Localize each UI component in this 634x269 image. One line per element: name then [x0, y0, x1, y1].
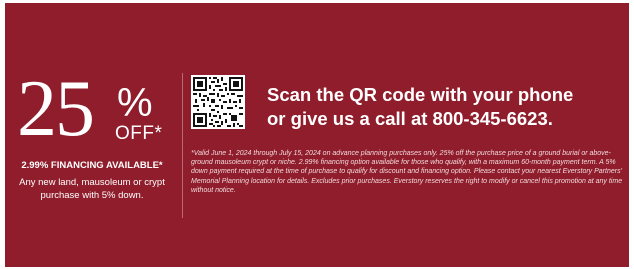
cta-line-2: or give us a call at 800-345-6623.	[267, 108, 553, 129]
promo-banner: 25 % OFF* 2.99% FINANCING AVAILABLE* Any…	[5, 3, 629, 267]
call-to-action: Scan the QR code with your phone or give…	[267, 83, 627, 131]
discount-offer: 25 % OFF* 2.99% FINANCING AVAILABLE* Any…	[5, 3, 183, 267]
offer-description: Any new land, mausoleum or crypt purchas…	[19, 177, 165, 201]
off-label: OFF*	[115, 123, 163, 144]
disclaimer-text: *Valid June 1, 2024 through July 15, 202…	[191, 150, 623, 194]
discount-number: 25	[17, 65, 95, 153]
financing-label: 2.99% FINANCING AVAILABLE*	[21, 160, 163, 171]
divider	[182, 73, 183, 218]
cta-line-1: Scan the QR code with your phone	[267, 84, 574, 105]
percent-sign: %	[117, 81, 153, 125]
qr-code-icon[interactable]	[191, 75, 245, 129]
